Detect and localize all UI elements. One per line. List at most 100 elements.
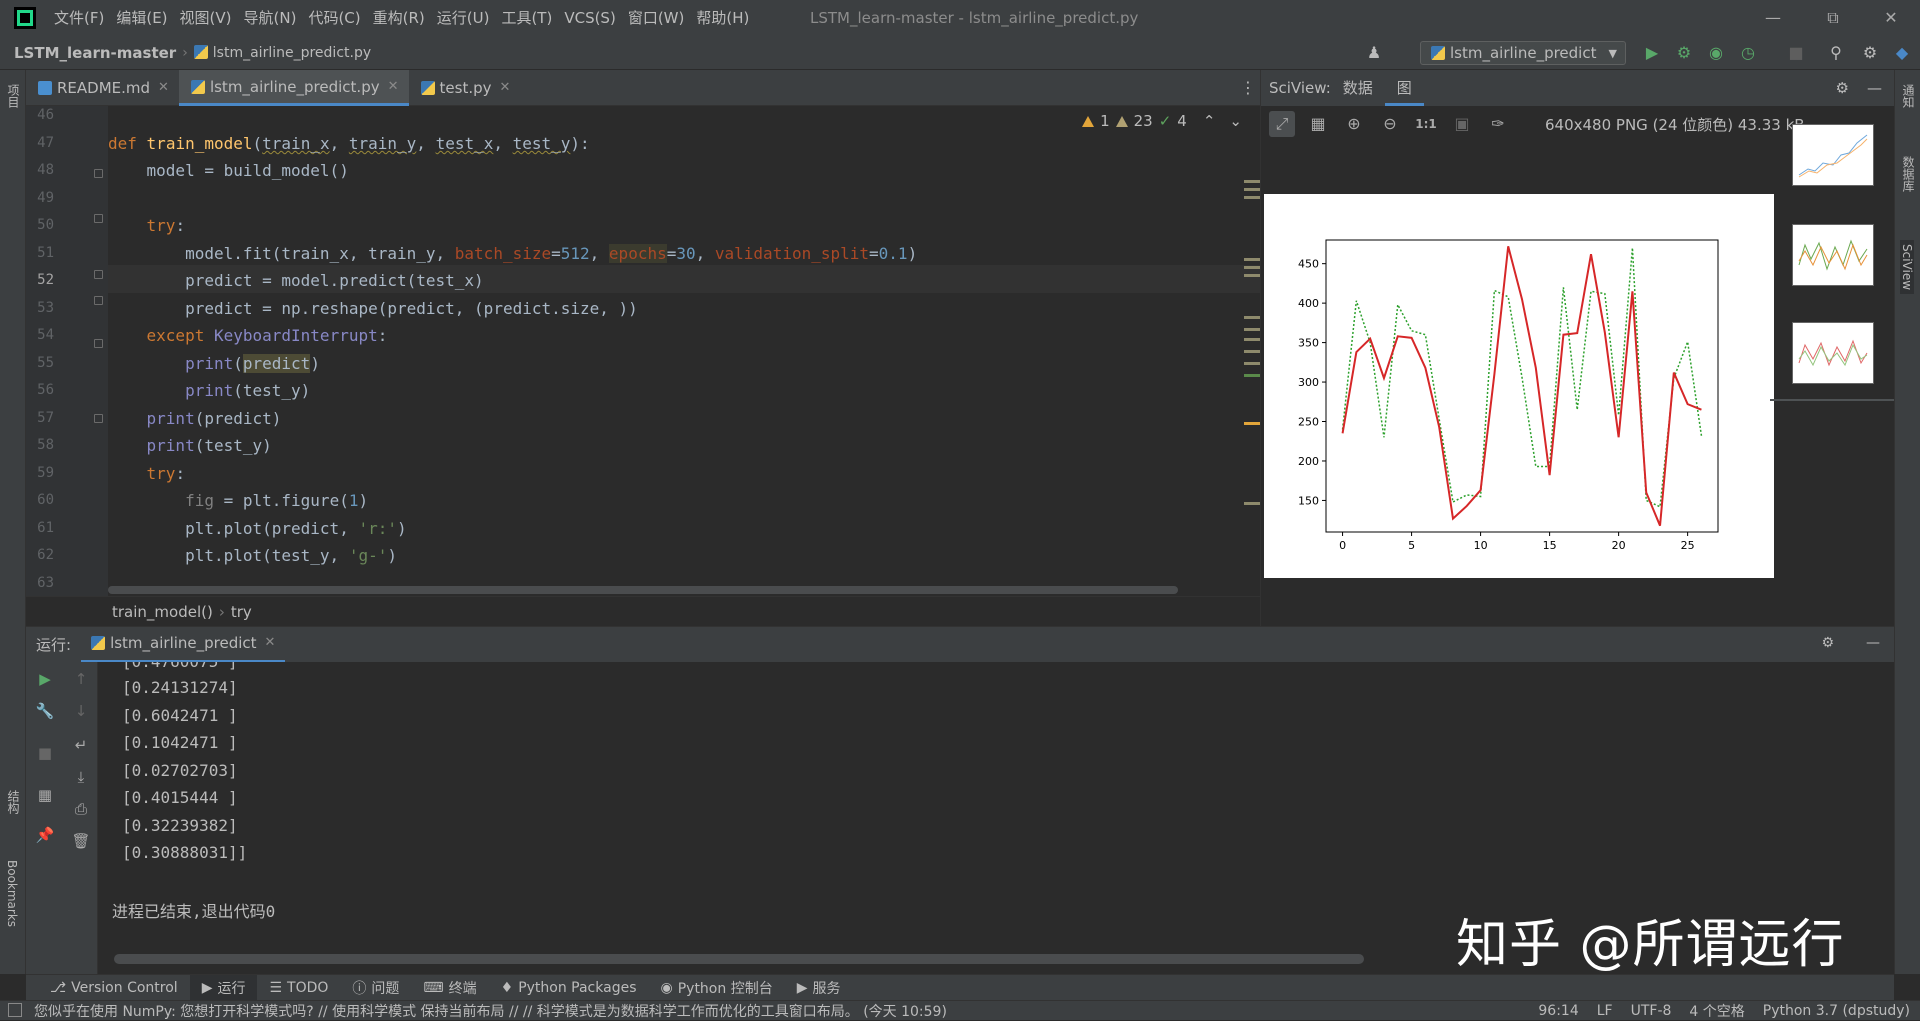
fold-marker-icon[interactable] (94, 169, 103, 178)
menu-item[interactable]: 工具(T) (495, 0, 558, 36)
error-stripe-marker[interactable] (1244, 274, 1260, 277)
actual-size-button[interactable]: 1:1 (1413, 111, 1439, 137)
error-stripe-marker[interactable] (1244, 316, 1260, 319)
zoom-out-icon[interactable]: ⊖ (1377, 111, 1403, 137)
tab-plots[interactable]: 图 (1384, 70, 1424, 106)
line-separator[interactable]: LF (1597, 1003, 1613, 1019)
profile-icon[interactable]: ◷ (1738, 43, 1758, 63)
menu-item[interactable]: 视图(V) (174, 0, 238, 36)
chevron-down-icon[interactable]: ⌄ (1229, 112, 1242, 130)
tab-readme[interactable]: README.md ✕ (26, 70, 179, 106)
file-encoding[interactable]: UTF-8 (1631, 1003, 1672, 1019)
rerun-icon[interactable]: ▶ (34, 668, 56, 690)
tab-terminal[interactable]: ⌨ 终端 (411, 975, 488, 1001)
status-message[interactable]: 您似乎在使用 NumPy: 您想打开科学模式吗? // 使用科学模式 保持当前布… (34, 1001, 947, 1021)
layout-toggle-icon[interactable] (8, 1003, 22, 1017)
code-editor[interactable]: def train_model(train_x, train_y, test_x… (108, 106, 1260, 596)
menu-item[interactable]: 文件(F) (48, 0, 110, 36)
image-background-icon[interactable]: ▣ (1449, 111, 1475, 137)
menu-item[interactable]: 重构(R) (367, 0, 431, 36)
error-stripe-marker[interactable] (1244, 328, 1260, 331)
breadcrumb-function[interactable]: train_model() (112, 603, 213, 621)
tab-todo[interactable]: ☰ TODO (257, 975, 340, 1001)
grid-icon[interactable]: ▦ (1305, 111, 1331, 137)
sciview-tool-button[interactable]: SciView (1900, 240, 1914, 295)
error-stripe-marker[interactable] (1244, 188, 1260, 191)
restore-icon[interactable]: ⧉ (1810, 0, 1856, 36)
error-stripe-marker[interactable] (1244, 350, 1260, 353)
fold-marker-icon[interactable] (94, 296, 103, 305)
soft-wrap-icon[interactable]: ↵ (70, 734, 92, 756)
settings-icon[interactable]: ⚙ (1860, 43, 1880, 63)
structure-tool-button[interactable]: 结构 (5, 790, 22, 814)
inspection-widget[interactable]: 1 23 ✓ 4 ⌃ ⌄ (1082, 112, 1242, 130)
menu-item[interactable]: 编辑(E) (110, 0, 173, 36)
scroll-to-end-icon[interactable]: ⤓ (70, 766, 92, 788)
tab-run[interactable]: ▶ 运行 (189, 974, 258, 1001)
settings-icon[interactable]: ⚙ (1836, 79, 1849, 97)
breadcrumb-file[interactable]: lstm_airline_predict.py (193, 44, 371, 61)
minimize-panel-icon[interactable]: — (1867, 79, 1882, 97)
project-tool-button[interactable]: 项目 (5, 84, 22, 108)
error-stripe-marker[interactable] (1244, 502, 1260, 505)
wrench-icon[interactable]: 🔧 (34, 700, 56, 722)
run-icon[interactable]: ▶ (1642, 43, 1662, 63)
more-vertical-icon[interactable]: ⋮ (1240, 78, 1256, 97)
minimize-panel-icon[interactable]: — (1866, 635, 1880, 651)
caret-stripe-marker[interactable] (1244, 374, 1260, 377)
error-stripe-marker[interactable] (1244, 180, 1260, 183)
user-icon[interactable]: ♟ (1364, 43, 1384, 63)
tab-test[interactable]: test.py ✕ (409, 70, 521, 106)
error-stripe-marker[interactable] (1244, 258, 1260, 261)
plot-thumbnail[interactable] (1792, 224, 1874, 286)
arrow-up-icon[interactable]: ↑ (70, 668, 92, 690)
indent-setting[interactable]: 4 个空格 (1689, 1001, 1744, 1021)
console-horizontal-scrollbar[interactable] (114, 954, 1364, 964)
error-stripe-marker[interactable] (1244, 196, 1260, 199)
close-tab-icon[interactable]: ✕ (388, 69, 399, 105)
fold-marker-icon[interactable] (94, 339, 103, 348)
color-picker-icon[interactable]: ✑ (1485, 111, 1511, 137)
menu-item[interactable]: 导航(N) (238, 0, 303, 36)
menu-item[interactable]: 运行(U) (431, 0, 496, 36)
minimize-icon[interactable]: — (1750, 0, 1796, 36)
fold-marker-icon[interactable] (94, 214, 103, 223)
fit-zoom-icon[interactable]: ⤢ (1269, 111, 1295, 137)
plot-thumbnail[interactable] (1792, 124, 1874, 186)
tab-python-console[interactable]: ◉ Python 控制台 (649, 975, 785, 1001)
python-interpreter[interactable]: Python 3.7 (dpstudy) (1763, 1003, 1910, 1019)
close-tab-icon[interactable]: ✕ (500, 70, 511, 106)
plot-thumbnail[interactable] (1792, 322, 1874, 384)
tab-version-control[interactable]: ⎇ Version Control (38, 975, 190, 1001)
settings-icon[interactable]: ⚙ (1821, 635, 1834, 651)
chevron-up-icon[interactable]: ⌃ (1203, 112, 1216, 130)
stop-icon[interactable]: ■ (34, 742, 56, 764)
coverage-icon[interactable]: ◉ (1706, 43, 1726, 63)
arrow-down-icon[interactable]: ↓ (70, 700, 92, 722)
tab-lstm-airline-predict[interactable]: lstm_airline_predict.py ✕ (178, 69, 409, 106)
updates-icon[interactable]: ◆ (1892, 43, 1912, 63)
close-tab-icon[interactable]: ✕ (158, 70, 169, 106)
menu-item[interactable]: VCS(S) (558, 0, 621, 36)
error-stripe-marker[interactable] (1244, 362, 1260, 365)
close-icon[interactable]: ✕ (1868, 0, 1914, 36)
pin-icon[interactable]: 📌 (34, 824, 56, 846)
breadcrumb-try[interactable]: try (231, 603, 252, 621)
caret-position[interactable]: 96:14 (1538, 1003, 1578, 1019)
editor-horizontal-scrollbar[interactable] (108, 586, 1178, 594)
close-tab-icon[interactable]: ✕ (265, 625, 276, 661)
fold-marker-icon[interactable] (94, 270, 103, 279)
menu-item[interactable]: 窗口(W) (622, 0, 691, 36)
debug-icon[interactable]: ⚙ (1674, 43, 1694, 63)
notifications-tool-button[interactable]: 通知 (1900, 84, 1917, 108)
error-stripe-marker[interactable] (1244, 338, 1260, 341)
fold-marker-icon[interactable] (94, 414, 103, 423)
layout-icon[interactable]: ▦ (34, 784, 56, 806)
stop-icon[interactable]: ■ (1786, 43, 1806, 63)
run-tab[interactable]: lstm_airline_predict ✕ (81, 625, 286, 663)
menu-item[interactable]: 帮助(H) (690, 0, 755, 36)
print-icon[interactable]: ⎙ (70, 798, 92, 820)
tab-problems[interactable]: ⓘ 问题 (340, 975, 411, 1001)
bookmarks-tool-button[interactable]: Bookmarks (5, 860, 19, 927)
breadcrumb-project[interactable]: LSTM_learn-master (14, 44, 176, 62)
